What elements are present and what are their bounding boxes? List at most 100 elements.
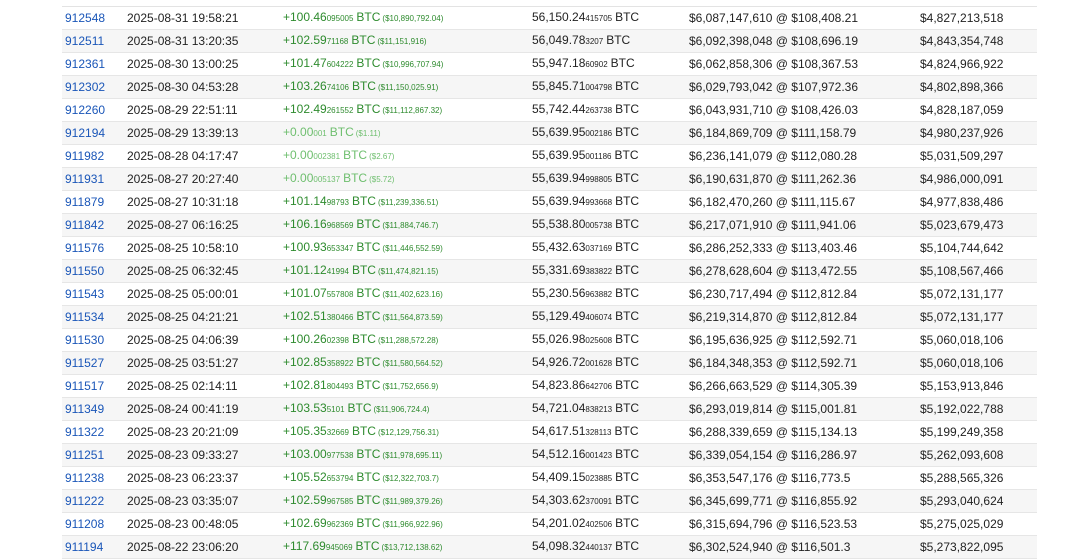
balance-small-digits: 440137 [585, 543, 613, 552]
amount-main: +102.49 [283, 102, 327, 116]
block-height-link[interactable]: 912260 [65, 103, 105, 117]
amount-value: +102.5971168 BTC ($11,151,916) [283, 33, 427, 47]
balance-unit: BTC [615, 516, 640, 530]
block-height-link[interactable]: 912194 [65, 126, 105, 140]
time-cell: 2025-08-28 04:17:47 [124, 144, 280, 168]
amount-value: +101.1241994 BTC ($11,474,821.15) [283, 263, 438, 277]
value-cell: $6,315,694,796 @ $116,523.53 [686, 512, 917, 536]
balance-main: 55,845.71 [532, 79, 586, 93]
amount-cell: +102.85358922 BTC ($11,580,564.52) [280, 351, 529, 375]
usd-cell: $5,293,040,624 [917, 489, 1037, 513]
balance-main: 55,639.95 [532, 125, 586, 139]
balance-unit: BTC [615, 332, 640, 346]
time-cell: 2025-08-23 09:33:27 [124, 443, 280, 467]
block-height-link[interactable]: 911879 [65, 195, 104, 209]
time-cell: 2025-08-31 19:58:21 [124, 7, 280, 30]
amount-value: +102.81804493 BTC ($11,752,656.9) [283, 378, 438, 392]
amount-unit: BTC [351, 194, 376, 208]
amount-unit: BTC [347, 401, 372, 415]
amount-value: +105.52653794 BTC ($12,322,703.7) [283, 470, 439, 484]
block-height-link[interactable]: 911842 [65, 218, 104, 232]
balance-main: 55,947.18 [532, 56, 586, 70]
usd-cell: $5,153,913,846 [917, 374, 1037, 398]
table-row: 911931 2025-08-27 20:27:40 +0.00005137 BTC(… [62, 167, 1037, 191]
block-height-link[interactable]: 911349 [65, 402, 104, 416]
usd-cell: $5,199,249,358 [917, 420, 1037, 444]
balance-unit: BTC [615, 102, 640, 116]
value-cell: $6,087,147,610 @ $108,408.21 [686, 7, 917, 30]
amount-cell: +102.51380466 BTC ($11,564,873.59) [280, 305, 529, 329]
amount-usd: ($10,890,792.04) [382, 14, 444, 23]
block-height-link[interactable]: 911194 [65, 540, 103, 554]
balance-cell: 54,303.62370091 BTC [529, 489, 686, 513]
block-height-link[interactable]: 912302 [65, 80, 105, 94]
block-height-link[interactable]: 911576 [65, 241, 104, 255]
amount-value: +106.16968569 BTC ($11,884,746.7) [283, 217, 438, 231]
block-height-link[interactable]: 911530 [65, 333, 104, 347]
block-height-link[interactable]: 911527 [65, 356, 104, 370]
amount-usd: ($11,564,873.59) [382, 313, 443, 322]
usd-cell: $5,031,509,297 [917, 144, 1037, 168]
balance-main: 56,049.78 [532, 33, 586, 47]
balance-unit: BTC [615, 493, 640, 507]
amount-usd: ($11,151,916) [377, 37, 427, 46]
block-height-link[interactable]: 911982 [65, 149, 104, 163]
balance-cell: 54,721.04838213 BTC [529, 397, 686, 421]
amount-main: +101.14 [283, 194, 327, 208]
block-height-link[interactable]: 911550 [65, 264, 104, 278]
amount-cell: +102.69962369 BTC ($11,966,922.96) [280, 512, 529, 536]
amount-value: +0.00001 BTC ($1.11) [283, 125, 381, 139]
table-row: 911576 2025-08-25 10:58:10 +100.93653347 BT… [62, 236, 1037, 260]
amount-usd: ($11,239,336.51) [377, 198, 439, 207]
amount-small-digits: 02398 [326, 336, 349, 345]
amount-usd: ($11,989,379.26) [382, 497, 443, 506]
amount-unit: BTC [356, 378, 381, 392]
amount-unit: BTC [351, 33, 376, 47]
block-height-link[interactable]: 911543 [65, 287, 104, 301]
amount-cell: +101.1241994 BTC ($11,474,821.15) [280, 259, 529, 283]
balance-cell: 54,201.02402506 BTC [529, 512, 686, 536]
amount-small-digits: 358922 [326, 359, 354, 368]
amount-unit: BTC [356, 217, 381, 231]
value-cell: $6,266,663,529 @ $114,305.39 [686, 374, 917, 398]
block-height-link[interactable]: 912548 [65, 11, 105, 25]
block-height-link[interactable]: 911322 [65, 425, 104, 439]
usd-cell: $5,288,565,326 [917, 466, 1037, 490]
amount-unit: BTC [356, 516, 381, 530]
table-row: 912511 2025-08-31 13:20:35 +102.5971168 BTC… [62, 29, 1037, 53]
amount-unit: BTC [343, 148, 368, 162]
balance-cell: 55,129.49406074 BTC [529, 305, 686, 329]
amount-value: +100.2602398 BTC ($11,288,572.28) [283, 332, 438, 346]
amount-small-digits: 74106 [326, 83, 349, 92]
balance-unit: BTC [615, 263, 640, 277]
time-cell: 2025-08-25 02:14:11 [124, 374, 280, 398]
block-cell: 912260 [62, 98, 124, 122]
time-cell: 2025-08-23 03:35:07 [124, 489, 280, 513]
usd-cell: $5,072,131,177 [917, 305, 1037, 329]
block-height-link[interactable]: 911208 [65, 517, 104, 531]
amount-small-digits: 005137 [313, 175, 341, 184]
value-cell: $6,219,314,870 @ $112,812.84 [686, 305, 917, 329]
table-row: 911238 2025-08-23 06:23:37 +105.52653794 BT… [62, 466, 1037, 490]
table-row: 911534 2025-08-25 04:21:21 +102.51380466 BT… [62, 305, 1037, 329]
block-height-link[interactable]: 912361 [65, 57, 105, 71]
block-height-link[interactable]: 911931 [65, 172, 104, 186]
value-cell: $6,195,636,925 @ $112,592.71 [686, 328, 917, 352]
block-cell: 912361 [62, 52, 124, 76]
block-height-link[interactable]: 912511 [65, 34, 104, 48]
block-height-link[interactable]: 911238 [65, 471, 104, 485]
table-row: 911842 2025-08-27 06:16:25 +106.16968569 BT… [62, 213, 1037, 237]
balance-cell: 54,823.86642706 BTC [529, 374, 686, 398]
balance-cell: 55,230.56963882 BTC [529, 282, 686, 306]
balance-main: 54,617.51 [532, 424, 586, 438]
balance-small-digits: 406074 [585, 313, 613, 322]
amount-usd: ($11,446,552.59) [382, 244, 443, 253]
amount-cell: +102.59967585 BTC ($11,989,379.26) [280, 489, 529, 513]
amount-cell: +100.93653347 BTC ($11,446,552.59) [280, 236, 529, 260]
block-height-link[interactable]: 911251 [65, 448, 104, 462]
block-height-link[interactable]: 911517 [65, 379, 104, 393]
amount-small-digits: 001 [313, 129, 327, 138]
block-height-link[interactable]: 911534 [65, 310, 104, 324]
block-height-link[interactable]: 911222 [65, 494, 104, 508]
amount-small-digits: 32669 [326, 428, 349, 437]
